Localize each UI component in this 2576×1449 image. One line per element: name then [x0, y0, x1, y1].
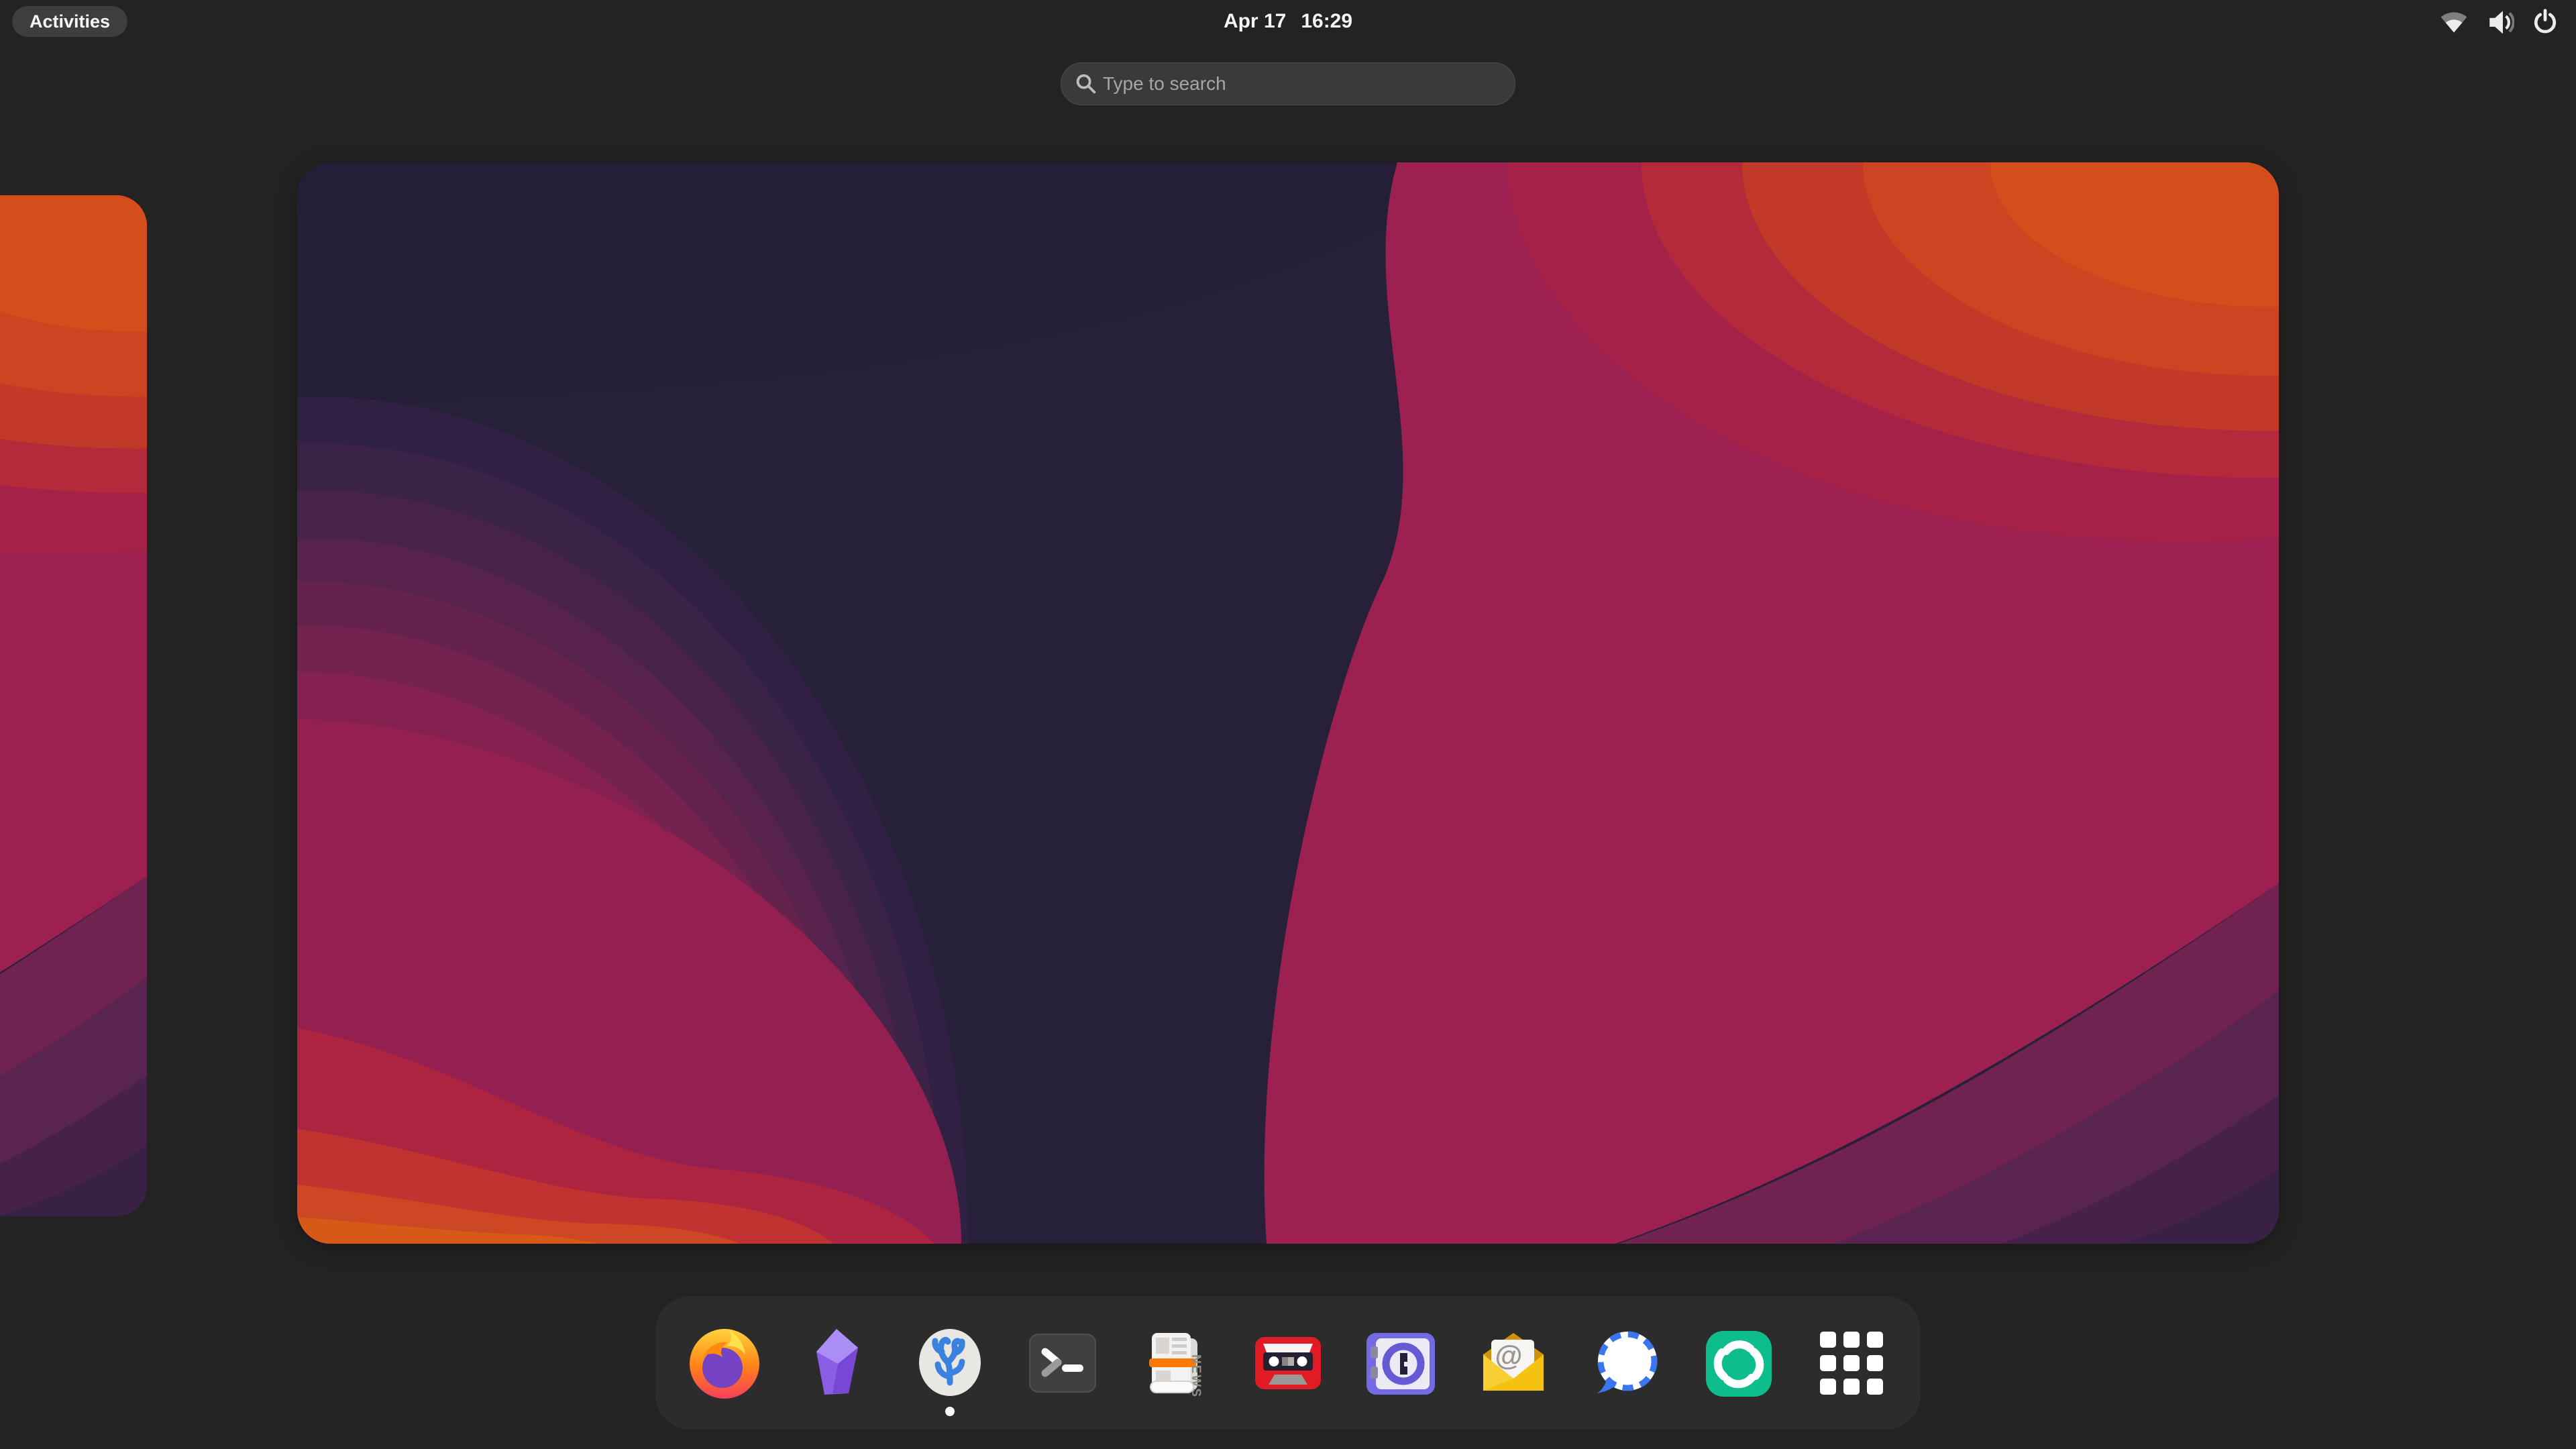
dock-item-mail[interactable]: @	[1474, 1324, 1553, 1403]
cassette-icon	[1248, 1324, 1328, 1403]
top-bar: Activities Apr 17 16:29	[0, 0, 2576, 43]
dock-item-news[interactable]: NEWS	[1136, 1324, 1215, 1403]
dock-item-obsidian[interactable]	[798, 1324, 877, 1403]
app-grid-icon	[1812, 1324, 1891, 1403]
clock-date: Apr 17	[1224, 10, 1286, 33]
dock-item-onepassword[interactable]	[1361, 1324, 1440, 1403]
dock-item-element[interactable]	[1699, 1324, 1778, 1403]
firefox-icon	[685, 1324, 764, 1403]
coral-icon	[910, 1324, 989, 1403]
wifi-icon	[2439, 7, 2469, 36]
dock-item-coral[interactable]	[910, 1324, 989, 1403]
search-bar	[1061, 62, 1515, 105]
newspaper-icon: NEWS	[1136, 1324, 1215, 1403]
terminal-icon	[1023, 1324, 1102, 1403]
svg-text:@: @	[1495, 1340, 1523, 1371]
workspace-preview-left[interactable]	[0, 195, 147, 1216]
mail-envelope-icon: @	[1474, 1324, 1553, 1403]
activities-button[interactable]: Activities	[12, 6, 127, 37]
dock-item-signal[interactable]	[1587, 1324, 1666, 1403]
dock-item-app-grid[interactable]	[1812, 1324, 1891, 1403]
dock-item-console[interactable]	[1023, 1324, 1102, 1403]
element-chat-icon	[1699, 1324, 1778, 1403]
workspace-preview-main[interactable]	[297, 162, 2279, 1244]
system-status-menu[interactable]	[2439, 0, 2559, 43]
dock-item-firefox[interactable]	[685, 1324, 764, 1403]
volume-icon	[2486, 7, 2514, 36]
search-input[interactable]	[1061, 62, 1515, 105]
password-safe-icon	[1361, 1324, 1440, 1403]
dock-item-cassette[interactable]	[1248, 1324, 1328, 1403]
running-indicator-dot	[945, 1407, 955, 1416]
dash-dock: NEWS @	[655, 1296, 1921, 1430]
wallpaper-left	[0, 195, 147, 1216]
signal-chat-icon	[1587, 1324, 1666, 1403]
wallpaper-main	[297, 162, 2279, 1244]
obsidian-icon	[798, 1324, 877, 1403]
power-icon	[2532, 8, 2559, 35]
clock-time: 16:29	[1301, 10, 1352, 33]
clock-menu-button[interactable]: Apr 17 16:29	[1224, 0, 1352, 43]
